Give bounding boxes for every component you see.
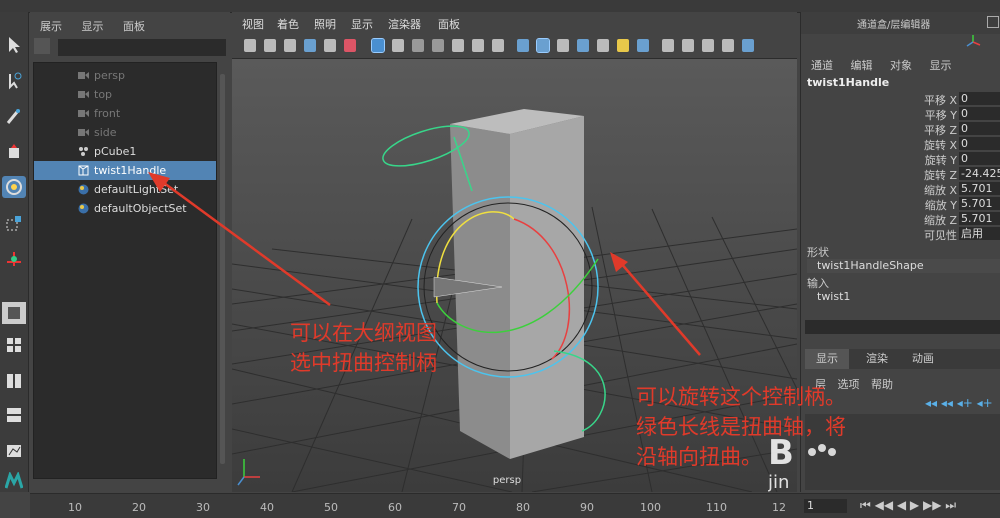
baidu-watermark-icon: Bjin — [767, 432, 878, 493]
annotation-outliner-note: 可以在大纲视图 选中扭曲控制柄 — [290, 321, 437, 375]
annotation-arrow-handle — [610, 252, 701, 356]
svg-text:jin: jin — [768, 472, 789, 492]
annotation-arrow-outliner — [148, 172, 331, 307]
svg-text:B: B — [768, 433, 794, 473]
